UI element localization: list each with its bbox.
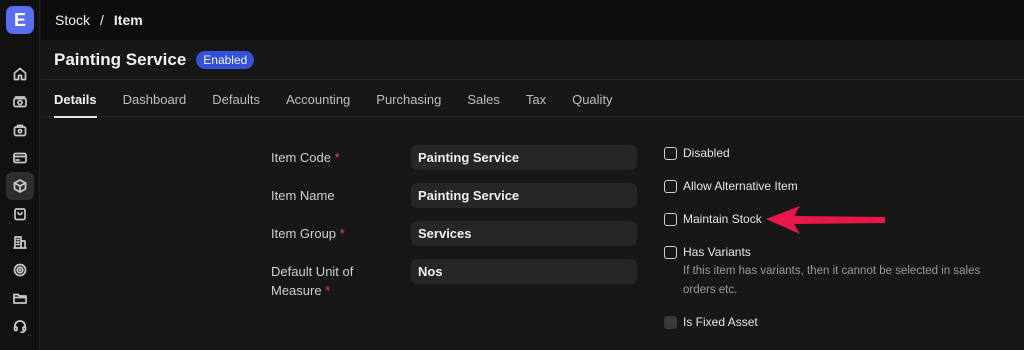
tab-defaults[interactable]: Defaults: [212, 81, 260, 117]
tab-sales[interactable]: Sales: [467, 81, 500, 117]
disabled-check-row[interactable]: Disabled: [664, 146, 730, 160]
support-icon: [13, 320, 27, 334]
sidebar: E: [0, 0, 40, 350]
uom-label-line1: Default Unit of: [271, 264, 354, 279]
has-variants-check-row[interactable]: Has Variants: [664, 245, 751, 259]
tab-bar: Details Dashboard Defaults Accounting Pu…: [41, 81, 1024, 118]
item-group-label-text: Item Group: [271, 226, 337, 241]
has-variants-description: If this item has variants, then it canno…: [683, 262, 1013, 300]
sidebar-item-projects[interactable]: [6, 284, 34, 312]
sidebar-item-quality[interactable]: [6, 256, 34, 284]
has-variants-checkbox[interactable]: [664, 245, 677, 259]
tab-dashboard[interactable]: Dashboard: [123, 81, 187, 117]
item-group-label: Item Group *: [271, 224, 345, 243]
sidebar-item-buying[interactable]: [6, 116, 34, 144]
selling-icon: [13, 152, 27, 164]
has-variants-description-line2: orders etc.: [683, 284, 738, 296]
maintain-stock-check-row[interactable]: Maintain Stock: [664, 212, 762, 226]
buying-icon: [13, 124, 27, 137]
allow-alternative-label: Allow Alternative Item: [683, 179, 798, 193]
sidebar-item-selling[interactable]: [6, 144, 34, 172]
disabled-checkbox[interactable]: [664, 146, 677, 160]
has-variants-label: Has Variants: [683, 245, 751, 259]
building-icon: [13, 236, 27, 249]
uom-label-line2: Measure: [271, 283, 322, 298]
has-variants-description-line1: If this item has variants, then it canno…: [683, 265, 981, 277]
accounting-icon: [13, 96, 27, 108]
allow-alternative-check-row[interactable]: Allow Alternative Item: [664, 179, 798, 193]
uom-field[interactable]: Nos: [411, 259, 637, 284]
maintain-stock-checkbox[interactable]: [664, 212, 677, 226]
fixed-asset-label: Is Fixed Asset: [683, 315, 758, 329]
sidebar-item-stock[interactable]: [6, 172, 34, 200]
breadcrumb-item[interactable]: Item: [114, 12, 143, 28]
status-badge: Enabled: [196, 50, 255, 69]
sidebar-item-accounting[interactable]: [6, 88, 34, 116]
tab-purchasing[interactable]: Purchasing: [376, 81, 441, 117]
required-mark: *: [325, 283, 331, 298]
item-name-label: Item Name: [271, 188, 335, 203]
sidebar-item-home[interactable]: [6, 60, 34, 88]
page-title: Painting Service: [54, 49, 187, 69]
item-name-field[interactable]: Painting Service: [411, 183, 637, 208]
item-group-field[interactable]: Services: [411, 221, 637, 246]
folder-icon: [13, 293, 27, 304]
tab-accounting[interactable]: Accounting: [286, 81, 350, 117]
fixed-asset-check-row: Is Fixed Asset: [664, 315, 758, 329]
page-header: Painting Service Enabled: [41, 40, 1024, 80]
item-code-label: Item Code *: [271, 148, 340, 167]
fixed-asset-checkbox: [664, 315, 677, 329]
maintain-stock-label: Maintain Stock: [683, 212, 762, 226]
allow-alternative-checkbox[interactable]: [664, 179, 677, 193]
target-icon: [13, 263, 27, 277]
home-icon: [13, 67, 27, 81]
app-logo[interactable]: E: [6, 6, 34, 34]
logo-letter: E: [13, 9, 26, 30]
required-mark: *: [339, 226, 345, 241]
sidebar-item-shop[interactable]: [6, 200, 34, 228]
shopping-bag-icon: [14, 208, 26, 221]
uom-label: Default Unit of Measure *: [271, 262, 353, 300]
tab-tax[interactable]: Tax: [526, 81, 546, 117]
breadcrumb-stock[interactable]: Stock: [55, 12, 90, 28]
tab-quality[interactable]: Quality: [572, 81, 612, 117]
tab-details[interactable]: Details: [54, 81, 97, 118]
item-code-label-text: Item Code: [271, 150, 331, 165]
stock-icon: [13, 179, 27, 193]
sidebar-item-organization[interactable]: [6, 228, 34, 256]
breadcrumb: Stock / Item: [41, 0, 1024, 40]
item-code-field[interactable]: Painting Service: [411, 145, 637, 170]
breadcrumb-separator: /: [100, 12, 104, 28]
sidebar-item-support[interactable]: [6, 312, 34, 340]
required-mark: *: [334, 150, 340, 165]
disabled-label: Disabled: [683, 146, 730, 160]
annotation-arrow-icon: [766, 206, 885, 234]
